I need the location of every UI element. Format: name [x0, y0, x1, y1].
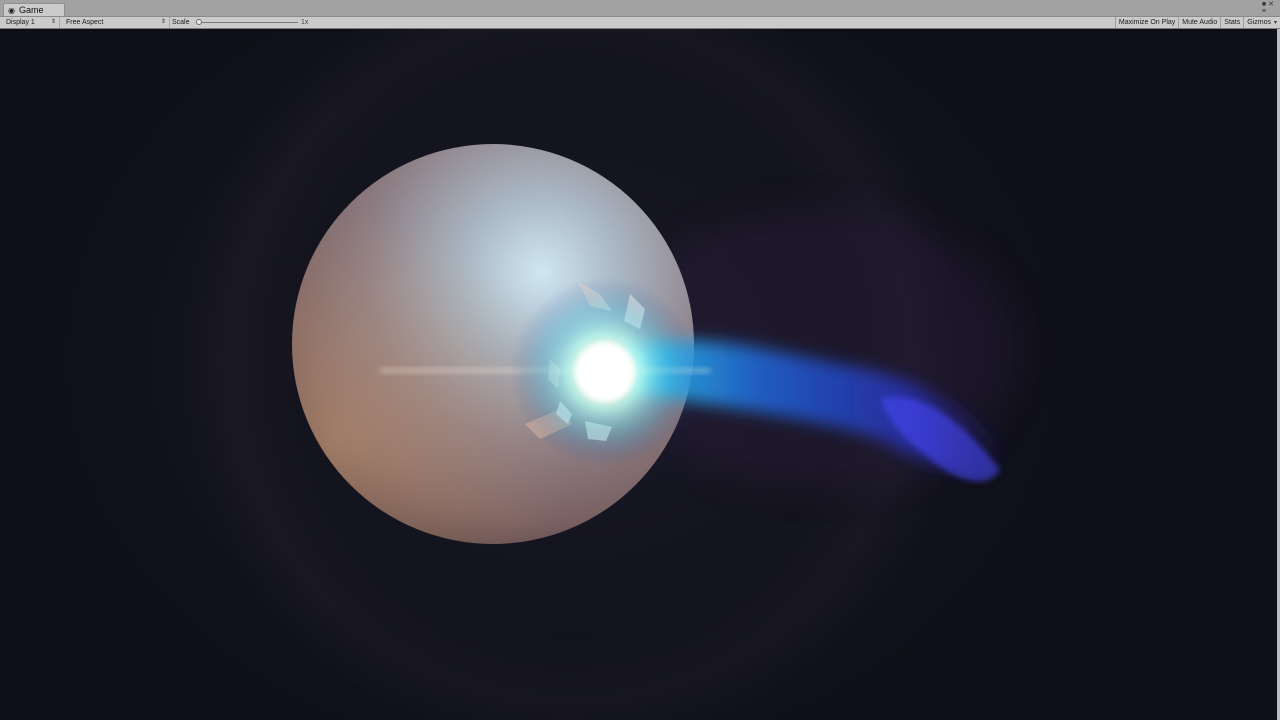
tab-strip: ◉ Game ■✕ ≡ [0, 0, 1280, 17]
scale-label: Scale [172, 19, 190, 26]
tab-game[interactable]: ◉ Game [3, 3, 65, 16]
game-controller-icon: ◉ [8, 5, 15, 15]
display-dropdown-label: Display 1 [6, 19, 35, 26]
scale-control: Scale 1x [172, 17, 322, 28]
scale-slider-thumb[interactable] [196, 19, 202, 25]
aspect-dropdown-label: Free Aspect [66, 19, 104, 26]
display-dropdown[interactable]: Display 1 ⇕ [0, 17, 60, 28]
scale-value: 1x [301, 19, 309, 26]
scale-slider-track[interactable] [198, 22, 298, 23]
mute-audio-button[interactable]: Mute Audio [1178, 17, 1220, 28]
dropdown-arrow-icon: ⇕ [160, 19, 166, 25]
aspect-dropdown[interactable]: Free Aspect ⇕ [60, 17, 170, 28]
dropdown-arrow-icon: ⇕ [50, 19, 56, 25]
unity-game-window: ◉ Game ■✕ ≡ Display 1 ⇕ Free Aspect ⇕ Sca… [0, 0, 1280, 720]
toolbar-right-buttons: Maximize On Play Mute Audio Stats Gizmos… [1114, 17, 1280, 28]
dropdown-arrow-icon: ▾ [1273, 20, 1277, 26]
gizmos-button[interactable]: Gizmos ▾ [1243, 17, 1280, 28]
maximize-on-play-button[interactable]: Maximize On Play [1114, 17, 1178, 28]
scene-render [292, 144, 1020, 544]
window-menu-icon[interactable]: ■✕ ≡ [1262, 1, 1276, 15]
explosion-core [575, 342, 635, 402]
gizmos-label: Gizmos [1247, 19, 1271, 26]
stats-button[interactable]: Stats [1220, 17, 1243, 28]
tab-game-label: Game [19, 5, 44, 15]
game-viewport[interactable] [0, 29, 1280, 720]
game-toolbar: Display 1 ⇕ Free Aspect ⇕ Scale 1x Maxim… [0, 17, 1280, 29]
